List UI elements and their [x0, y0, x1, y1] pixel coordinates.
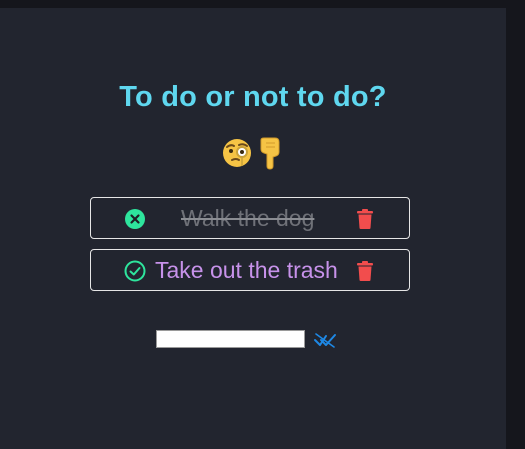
monocle-face-icon — [221, 136, 253, 170]
x-circle-icon[interactable] — [124, 208, 146, 230]
emoji-row — [0, 136, 506, 170]
todo-item: Take out the trash — [90, 249, 410, 291]
page-title: To do or not to do? — [119, 81, 387, 113]
todo-item: Walk the dog — [90, 197, 410, 239]
new-todo-input[interactable] — [156, 330, 305, 348]
double-check-icon[interactable] — [313, 330, 337, 350]
check-circle-icon[interactable] — [124, 260, 146, 282]
pointing-down-icon — [255, 136, 285, 170]
todo-label[interactable]: Walk the dog — [181, 205, 314, 232]
trash-icon[interactable] — [356, 260, 374, 282]
trash-icon[interactable] — [356, 208, 374, 230]
todo-label[interactable]: Take out the trash — [155, 257, 338, 284]
